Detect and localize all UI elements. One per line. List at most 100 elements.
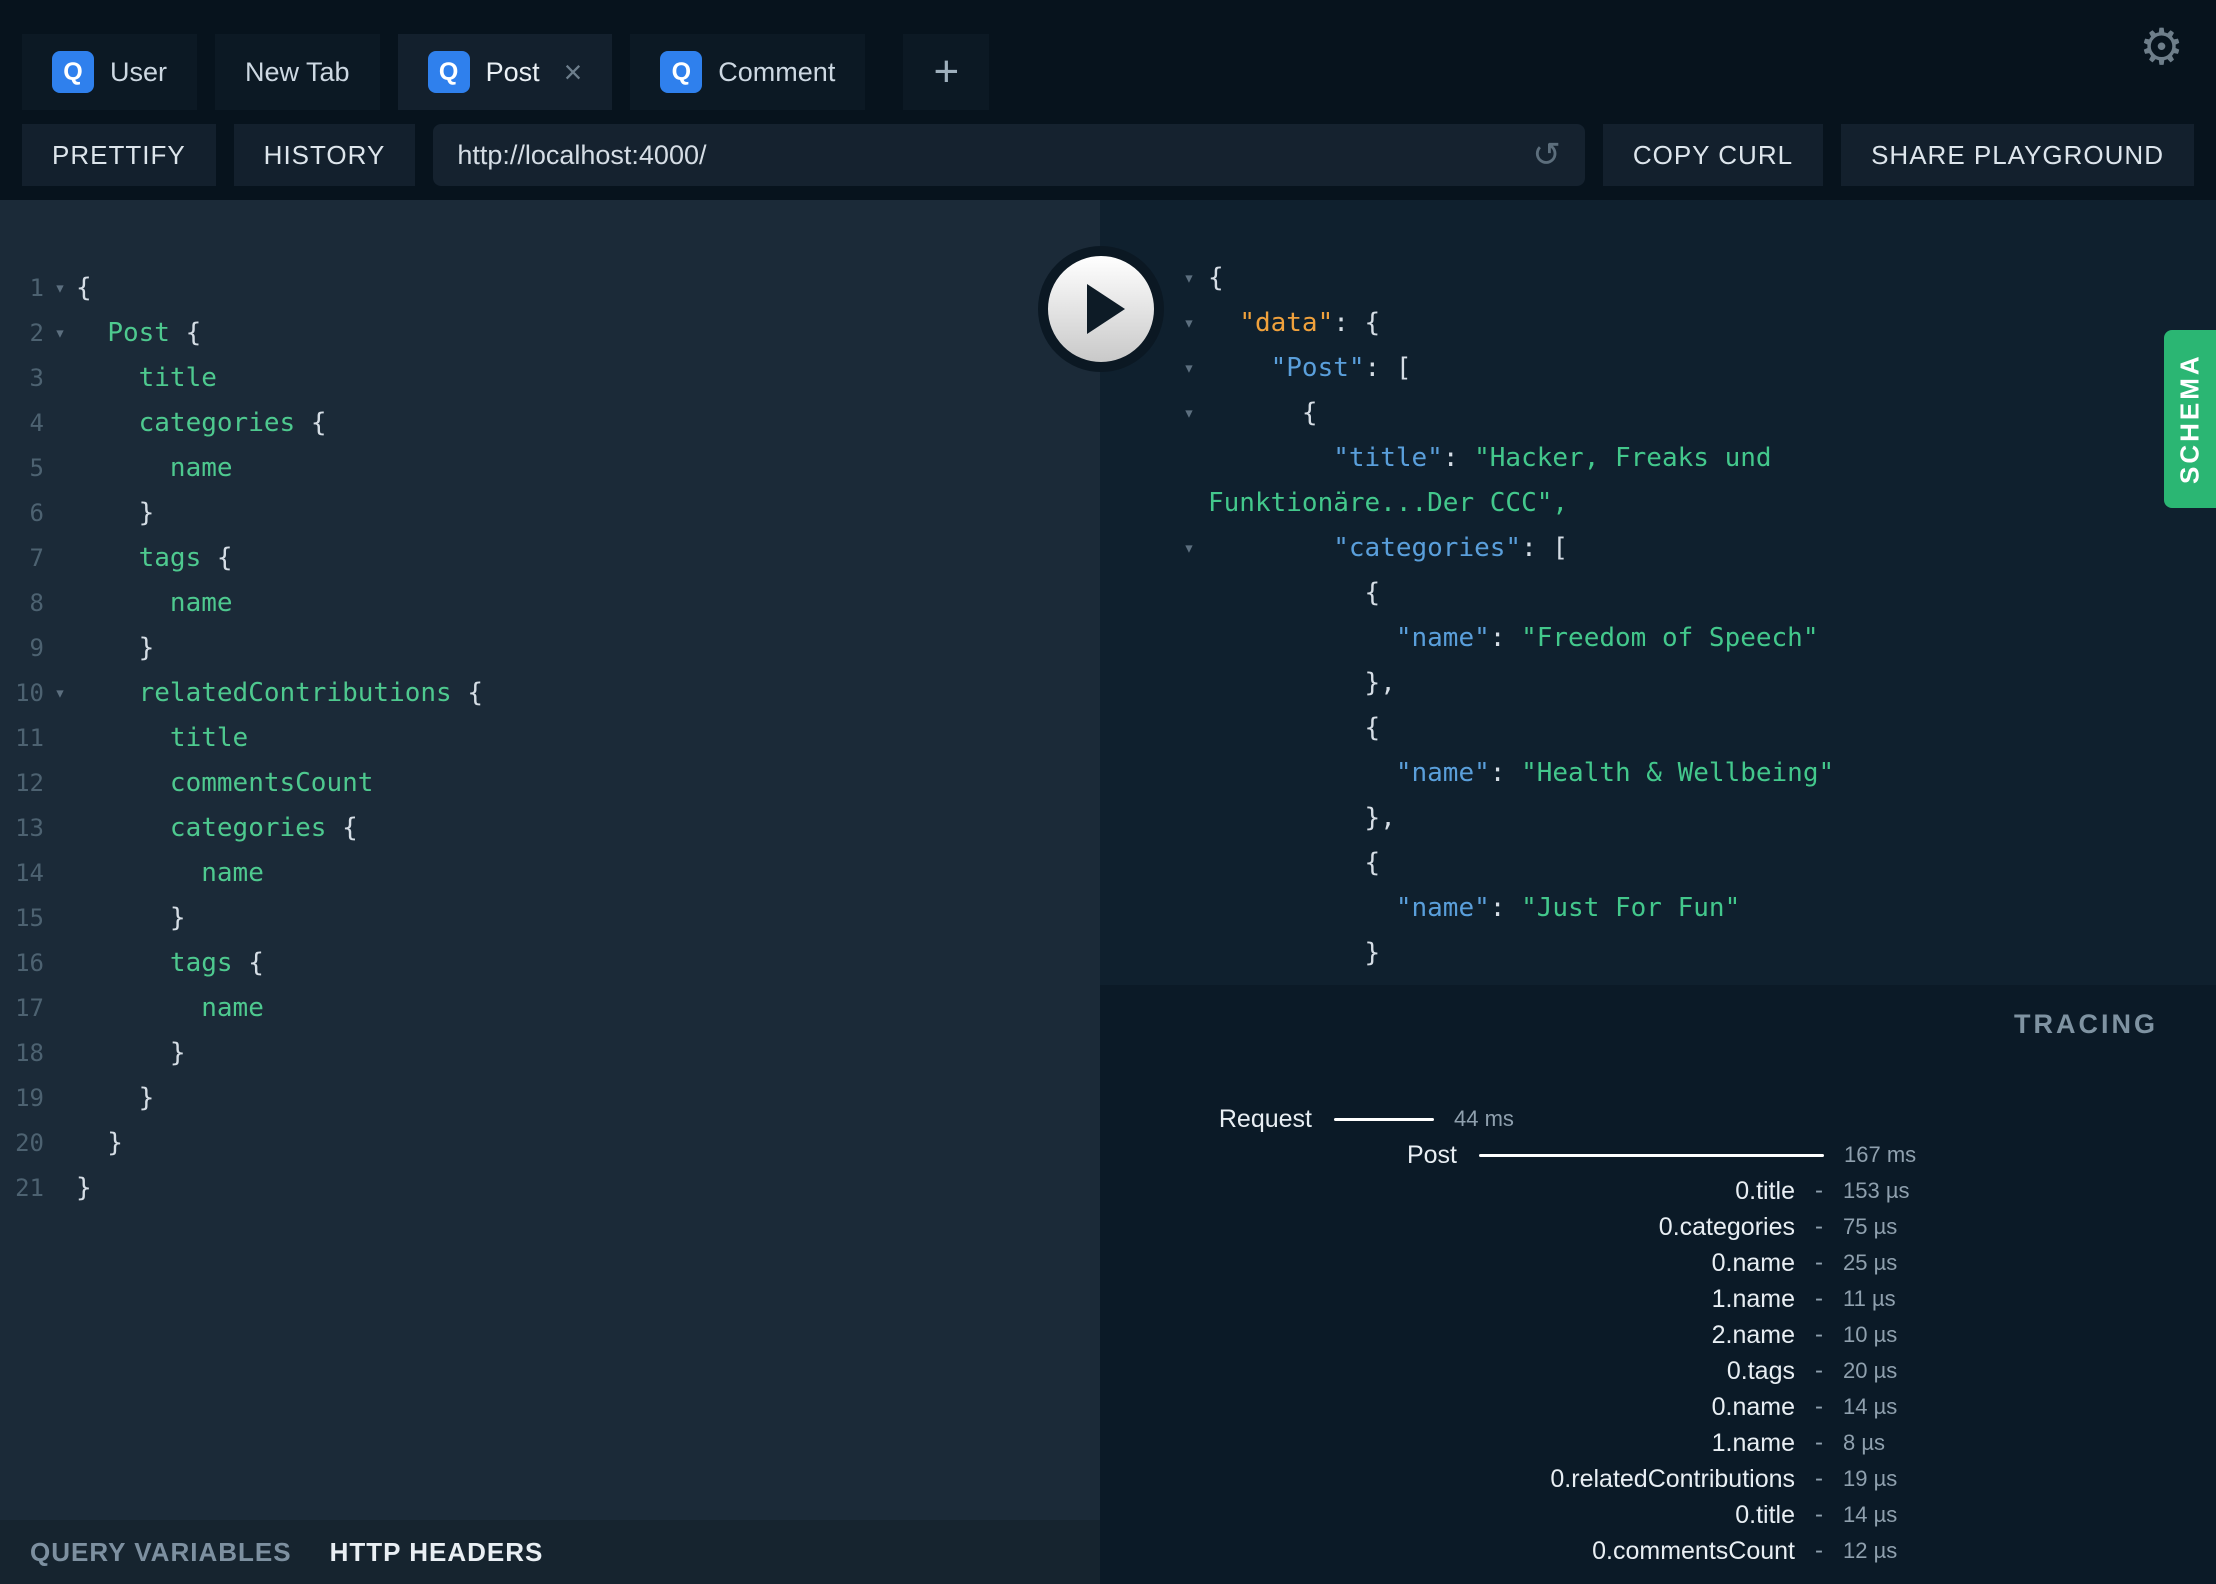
code-line: "title": "Hacker, Freaks und	[1170, 436, 2216, 481]
fold-arrow-icon[interactable]: ▾	[1170, 256, 1208, 301]
code-line: 18 }	[0, 1031, 1100, 1076]
code-line: {	[1170, 841, 2216, 886]
tracing-duration-bar	[1479, 1153, 1824, 1157]
code-text: name	[169, 453, 233, 483]
code-text: "name": "Just For Fun"	[1395, 893, 1741, 923]
code-text: }	[76, 1083, 155, 1113]
tracing-row: 1.name -11 µs	[1100, 1281, 2216, 1317]
new-tab-button[interactable]: +	[903, 34, 990, 110]
code-line: 16 tags {	[0, 941, 1100, 986]
code-line: 5 name	[0, 446, 1100, 491]
code-line: 19 }	[0, 1076, 1100, 1121]
code-text: Post {	[107, 318, 202, 348]
tab-post[interactable]: Q Post ×	[397, 34, 613, 110]
code-text: "name": "Health & Wellbeing"	[1395, 758, 1835, 788]
code-text: }	[76, 1173, 92, 1203]
code-line: ]	[1170, 976, 2216, 985]
settings-gear-icon[interactable]: ⚙	[2139, 22, 2184, 72]
code-text: tags {	[169, 948, 264, 978]
endpoint-url-input[interactable]	[457, 139, 1533, 171]
tab-comment[interactable]: Q Comment	[630, 34, 866, 110]
tab-new-tab[interactable]: New Tab	[215, 34, 380, 110]
query-editor-pane[interactable]: 1 ▾{2 ▾ Post {3 title 4 categories {5 name 6…	[0, 200, 1100, 1584]
line-number: 4	[29, 409, 44, 437]
tracing-field-label: Request	[1218, 1104, 1312, 1133]
fold-arrow-icon[interactable]: ▾	[1170, 301, 1208, 346]
tracing-time: 25 µs	[1843, 1250, 1898, 1275]
code-line: }	[1170, 931, 2216, 976]
tracing-time: 44 ms	[1454, 1106, 1514, 1131]
response-pane: ▾{▾ "data": {▾ "Post": [▾ { "title": "Ha…	[1100, 200, 2216, 1584]
line-number: 15	[15, 904, 44, 932]
schema-sidebar-tab[interactable]: SCHEMA	[2164, 330, 2216, 508]
tracing-dash: -	[1815, 1465, 1823, 1492]
tracing-time: 19 µs	[1843, 1466, 1898, 1491]
fold-arrow-icon[interactable]: ▾	[44, 671, 76, 716]
execute-query-button[interactable]	[1038, 246, 1164, 372]
share-playground-button[interactable]: SHARE PLAYGROUND	[1841, 124, 2194, 186]
tab-bar: Q User New Tab Q Post × Q Comment + ⚙	[0, 0, 2216, 110]
code-line: 2 ▾ Post {	[0, 311, 1100, 356]
tracing-title: TRACING	[2014, 1009, 2158, 1039]
response-viewer[interactable]: ▾{▾ "data": {▾ "Post": [▾ { "title": "Ha…	[1100, 200, 2216, 985]
line-number: 20	[15, 1129, 44, 1157]
line-number: 2	[29, 319, 44, 347]
tracing-dash: -	[1815, 1321, 1823, 1348]
fold-arrow-icon[interactable]: ▾	[1170, 346, 1208, 391]
code-text: },	[1208, 668, 1396, 698]
code-line: 20 }	[0, 1121, 1100, 1166]
reload-schema-icon[interactable]: ↺	[1532, 138, 1561, 172]
fold-arrow-icon[interactable]: ▾	[44, 266, 76, 311]
fold-arrow-icon[interactable]: ▾	[1170, 526, 1208, 571]
query-editor[interactable]: 1 ▾{2 ▾ Post {3 title 4 categories {5 name 6…	[0, 200, 1100, 1211]
code-line: Funktionäre...Der CCC",	[1170, 481, 2216, 526]
code-line: 1 ▾{	[0, 266, 1100, 311]
fold-arrow-icon[interactable]: ▾	[1170, 391, 1208, 436]
code-line: 6 }	[0, 491, 1100, 536]
tracing-field-label: 0.title	[1735, 1176, 1795, 1205]
code-text: "Post": [	[1270, 353, 1412, 383]
tab-label: New Tab	[245, 56, 350, 87]
line-number: 17	[15, 994, 44, 1022]
code-line: 7 tags {	[0, 536, 1100, 581]
fold-arrow-icon[interactable]: ▾	[44, 311, 76, 356]
tracing-field-label: 0.name	[1711, 1248, 1795, 1277]
code-text: title	[138, 363, 217, 393]
query-variables-tab[interactable]: QUERY VARIABLES	[30, 1537, 292, 1568]
code-text: categories {	[138, 408, 327, 438]
tracing-field-label: 0.commentsCount	[1592, 1536, 1795, 1565]
code-text: }	[76, 1038, 186, 1068]
code-text: {	[76, 273, 92, 303]
code-line: "name": "Just For Fun"	[1170, 886, 2216, 931]
line-number: 6	[29, 499, 44, 527]
tracing-time: 153 µs	[1843, 1178, 1910, 1203]
code-text: relatedContributions {	[138, 678, 484, 708]
code-line: ▾ {	[1170, 391, 2216, 436]
history-button[interactable]: HISTORY	[233, 124, 416, 186]
query-badge: Q	[660, 51, 703, 93]
http-headers-tab[interactable]: HTTP HEADERS	[330, 1537, 544, 1568]
code-line: ▾ "Post": [	[1170, 346, 2216, 391]
close-tab-icon[interactable]: ×	[564, 56, 583, 88]
tracing-duration-bar	[1334, 1117, 1434, 1121]
tracing-row: Request 44 ms	[1100, 1101, 2216, 1137]
line-number: 21	[15, 1174, 44, 1202]
prettify-button[interactable]: PRETTIFY	[22, 124, 216, 186]
tab-user[interactable]: Q User	[22, 34, 198, 110]
copy-curl-button[interactable]: COPY CURL	[1602, 124, 1824, 186]
editor-footer: QUERY VARIABLES HTTP HEADERS	[0, 1520, 1100, 1584]
